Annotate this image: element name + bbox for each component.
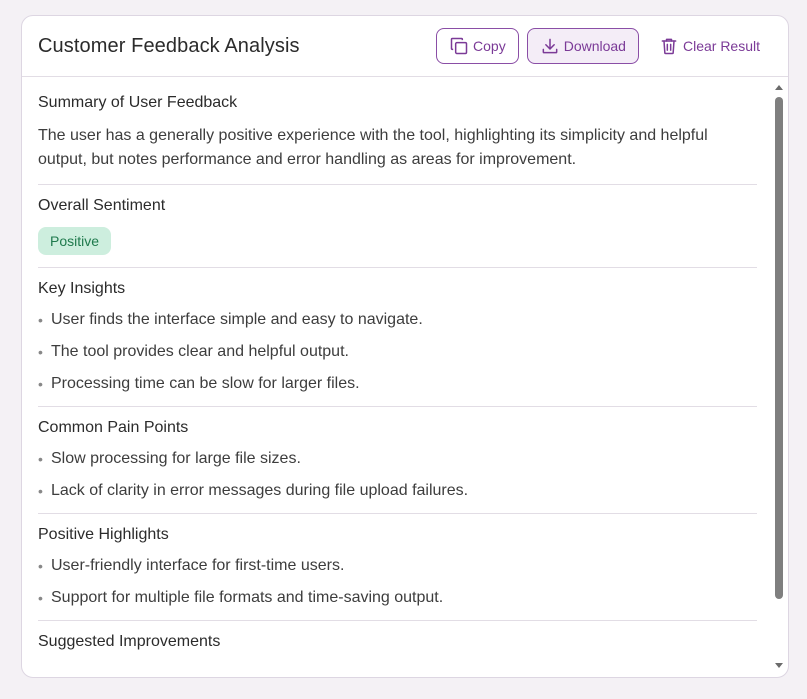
list-item: Lack of clarity in error messages during… — [38, 481, 757, 501]
summary-title: Summary of User Feedback — [38, 94, 238, 111]
clear-result-button[interactable]: Clear Result — [651, 28, 772, 64]
pain-points-section: Common Pain Points Slow processing for l… — [38, 419, 757, 514]
improvements-title: Suggested Improvements — [38, 633, 221, 650]
feedback-analysis-card: Customer Feedback Analysis Copy Download — [21, 15, 789, 678]
highlights-list: User-friendly interface for first-time u… — [38, 556, 757, 608]
insights-list: User finds the interface simple and easy… — [38, 310, 757, 394]
page-title: Customer Feedback Analysis — [38, 34, 300, 57]
sentiment-title: Overall Sentiment — [38, 197, 166, 214]
trash-icon — [659, 36, 679, 56]
list-item: Processing time can be slow for larger f… — [38, 374, 757, 394]
download-icon — [540, 36, 560, 56]
insights-section: Key Insights User finds the interface si… — [38, 280, 757, 407]
copy-button-label: Copy — [473, 38, 506, 54]
highlights-section: Positive Highlights User-friendly interf… — [38, 526, 757, 621]
sentiment-badge: Positive — [38, 227, 112, 255]
download-button-label: Download — [563, 38, 626, 54]
clear-result-label: Clear Result — [682, 38, 760, 54]
result-scroll-area[interactable]: Summary of User Feedback The user has a … — [22, 78, 788, 677]
download-button[interactable]: Download — [526, 28, 639, 64]
summary-section: Summary of User Feedback The user has a … — [38, 94, 757, 185]
sentiment-section: Overall Sentiment Positive — [38, 197, 757, 268]
vertical-scrollbar[interactable] — [773, 78, 785, 677]
list-item: The tool provides clear and helpful outp… — [38, 342, 757, 362]
insights-title: Key Insights — [38, 280, 126, 297]
summary-text: The user has a generally positive experi… — [38, 127, 708, 168]
highlights-title: Positive Highlights — [38, 526, 169, 543]
copy-button[interactable]: Copy — [436, 28, 519, 64]
scroll-down-arrow-icon[interactable] — [775, 663, 783, 668]
copy-icon — [449, 36, 469, 56]
pain-points-list: Slow processing for large file sizes. La… — [38, 449, 757, 501]
scrollbar-thumb[interactable] — [775, 97, 783, 599]
list-item: Slow processing for large file sizes. — [38, 449, 757, 469]
improvements-section: Suggested Improvements — [38, 633, 757, 675]
card-header: Customer Feedback Analysis Copy Download — [22, 16, 788, 77]
list-item: User-friendly interface for first-time u… — [38, 556, 757, 576]
pain-points-title: Common Pain Points — [38, 419, 189, 436]
result-content: Summary of User Feedback The user has a … — [22, 78, 788, 675]
list-item: Support for multiple file formats and ti… — [38, 588, 757, 608]
scroll-up-arrow-icon[interactable] — [775, 85, 783, 90]
list-item: User finds the interface simple and easy… — [38, 310, 757, 330]
